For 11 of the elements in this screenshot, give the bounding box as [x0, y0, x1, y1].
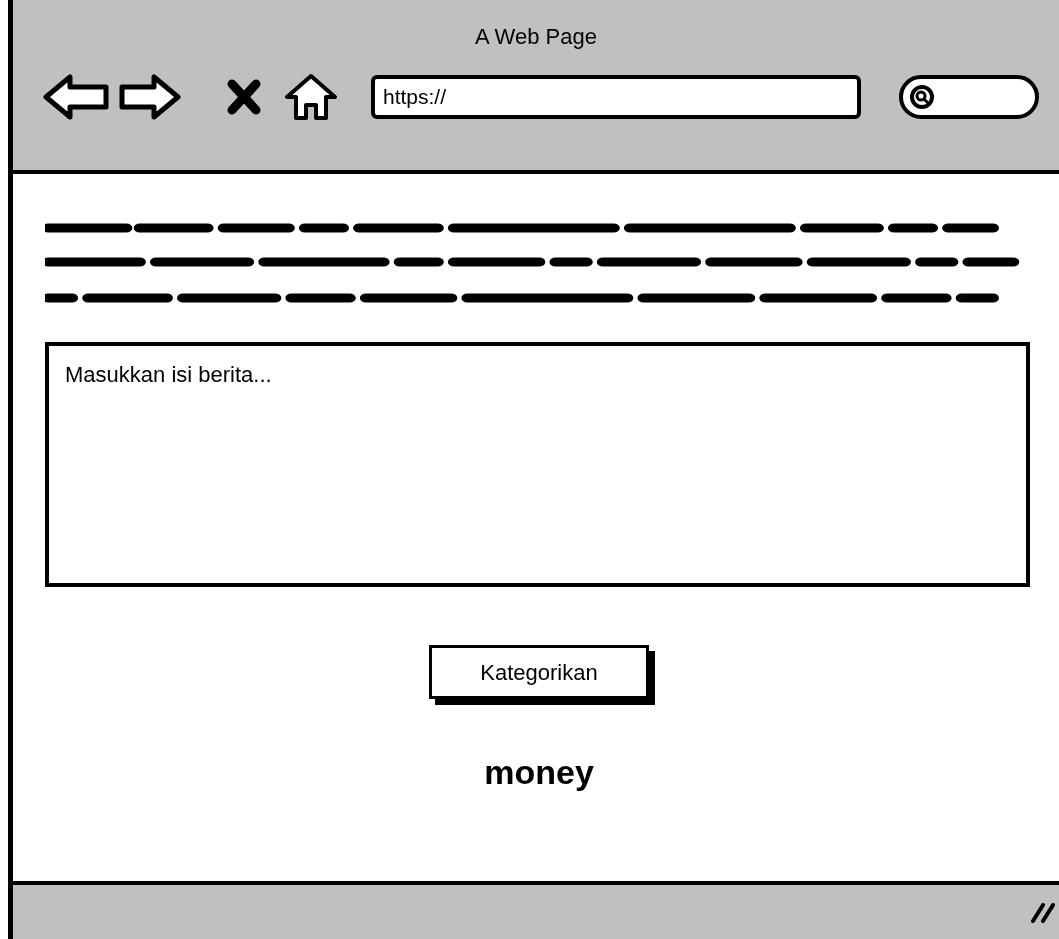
- search-field[interactable]: [899, 75, 1039, 119]
- home-icon[interactable]: [283, 73, 339, 121]
- search-icon: [909, 84, 935, 110]
- back-icon[interactable]: [43, 74, 109, 120]
- address-field[interactable]: https://: [371, 75, 861, 119]
- close-icon[interactable]: [227, 79, 261, 115]
- forward-icon[interactable]: [119, 74, 181, 120]
- news-text-area[interactable]: Masukkan isi berita...: [45, 342, 1030, 587]
- window-title: A Web Page: [475, 23, 597, 51]
- resize-grip-icon[interactable]: [1031, 901, 1055, 923]
- result-label: money: [484, 752, 594, 793]
